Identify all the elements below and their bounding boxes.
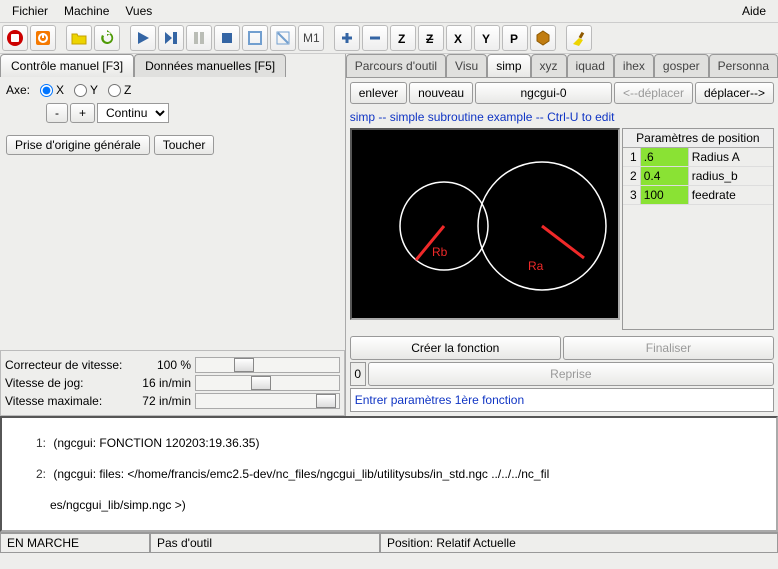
param-input[interactable]: .6 (641, 148, 689, 166)
zoom-out-icon[interactable] (362, 25, 388, 51)
restart-button[interactable]: Reprise (368, 362, 774, 386)
left-tabs: Contrôle manuel [F3] Données manuelles [… (0, 54, 345, 77)
ngc-status: Entrer paramètres 1ère fonction (350, 388, 774, 412)
svg-text:Ra: Ra (528, 259, 544, 273)
tab-iquad[interactable]: iquad (567, 54, 614, 77)
jog-plus-button[interactable]: + (70, 103, 95, 123)
svg-text:Z: Z (398, 32, 405, 46)
tab-xyz[interactable]: xyz (531, 54, 567, 77)
param-input[interactable]: 0.4 (641, 167, 689, 185)
jog-speed-value: 16 in/min (135, 376, 195, 390)
feed-override-value: 100 % (135, 358, 195, 372)
menu-file[interactable]: Fichier (4, 2, 56, 20)
step-icon[interactable] (158, 25, 184, 51)
menu-views[interactable]: Vues (117, 2, 160, 20)
tab-toolpath[interactable]: Parcours d'outil (346, 54, 446, 77)
tab-custom[interactable]: Personna (709, 54, 778, 77)
menu-bar: Fichier Machine Vues Aide (0, 0, 778, 23)
ngc-new-button[interactable]: nouveau (409, 82, 473, 104)
svg-text:Z: Z (426, 32, 433, 46)
axis-z-radio[interactable]: Z (108, 83, 131, 97)
tab-simp[interactable]: simp (487, 54, 530, 77)
tab-visu[interactable]: Visu (446, 54, 487, 77)
view-y-icon[interactable]: Y (474, 25, 500, 51)
menu-machine[interactable]: Machine (56, 2, 117, 20)
count-label: 0 (350, 362, 366, 386)
max-speed-slider[interactable] (195, 393, 340, 409)
param-row: 1 .6 Radius A (623, 148, 773, 167)
status-position: Position: Relatif Actuelle (380, 533, 778, 553)
jog-speed-slider[interactable] (195, 375, 340, 391)
param-row: 2 0.4 radius_b (623, 167, 773, 186)
jog-speed-label: Vitesse de jog: (5, 376, 135, 390)
gcode-console: 1: (ngcgui: FONCTION 120203:19.36.35) 2:… (0, 416, 778, 532)
stop2-icon[interactable] (214, 25, 240, 51)
ngc-file-button[interactable]: ngcgui-0 (475, 82, 612, 104)
axis-y-radio[interactable]: Y (74, 83, 98, 97)
svg-text:X: X (454, 32, 462, 46)
reload-icon[interactable] (94, 25, 120, 51)
m1-icon[interactable]: M1 (298, 25, 324, 51)
home-all-button[interactable]: Prise d'origine générale (6, 135, 150, 155)
params-table: Paramètres de position 1 .6 Radius A 2 0… (622, 128, 774, 330)
max-speed-label: Vitesse maximale: (5, 394, 135, 408)
tab-ihex[interactable]: ihex (614, 54, 654, 77)
view-x-icon[interactable]: X (446, 25, 472, 51)
menu-help[interactable]: Aide (734, 2, 774, 20)
play-icon[interactable] (130, 25, 156, 51)
tab-manual-data[interactable]: Données manuelles [F5] (134, 54, 286, 77)
blockdel-icon[interactable] (270, 25, 296, 51)
svg-text:P: P (510, 32, 518, 46)
power-icon[interactable] (30, 25, 56, 51)
tab-gosper[interactable]: gosper (654, 54, 709, 77)
skip-icon[interactable] (242, 25, 268, 51)
axis-label: Axe: (6, 83, 30, 97)
create-function-button[interactable]: Créer la fonction (350, 336, 561, 360)
toolbar: M1 Z Z X Y P (0, 23, 778, 54)
finalize-button[interactable]: Finaliser (563, 336, 774, 360)
feed-override-slider[interactable] (195, 357, 340, 373)
ngc-title: simp -- simple subroutine example -- Ctr… (350, 108, 774, 128)
ngc-move-left-button[interactable]: <--déplacer (614, 82, 693, 104)
touch-off-button[interactable]: Toucher (154, 135, 215, 155)
axis-x-radio[interactable]: X (40, 83, 64, 97)
svg-text:Y: Y (482, 32, 490, 46)
feed-override-label: Correcteur de vitesse: (5, 358, 135, 372)
preview-canvas: Rb Ra (350, 128, 620, 320)
param-input[interactable]: 100 (641, 186, 689, 204)
pause-icon[interactable] (186, 25, 212, 51)
zoom-in-icon[interactable] (334, 25, 360, 51)
params-header: Paramètres de position (623, 129, 773, 148)
status-tool: Pas d'outil (150, 533, 380, 553)
open-icon[interactable] (66, 25, 92, 51)
jog-minus-button[interactable]: - (46, 103, 68, 123)
status-machine: EN MARCHE (0, 533, 150, 553)
svg-text:M1: M1 (303, 31, 320, 45)
clear-icon[interactable] (566, 25, 592, 51)
view-iso-icon[interactable] (530, 25, 556, 51)
jog-mode-select[interactable]: Continu (97, 103, 169, 123)
tab-manual-control[interactable]: Contrôle manuel [F3] (0, 54, 134, 77)
view-z2-icon[interactable]: Z (418, 25, 444, 51)
view-z-icon[interactable]: Z (390, 25, 416, 51)
status-bar: EN MARCHE Pas d'outil Position: Relatif … (0, 532, 778, 553)
max-speed-value: 72 in/min (135, 394, 195, 408)
param-row: 3 100 feedrate (623, 186, 773, 205)
svg-text:Rb: Rb (432, 245, 448, 259)
stop-icon[interactable] (2, 25, 28, 51)
ngc-remove-button[interactable]: enlever (350, 82, 407, 104)
ngc-move-right-button[interactable]: déplacer--> (695, 82, 774, 104)
right-tabs: Parcours d'outil Visu simp xyz iquad ihe… (346, 54, 778, 77)
view-p-icon[interactable]: P (502, 25, 528, 51)
